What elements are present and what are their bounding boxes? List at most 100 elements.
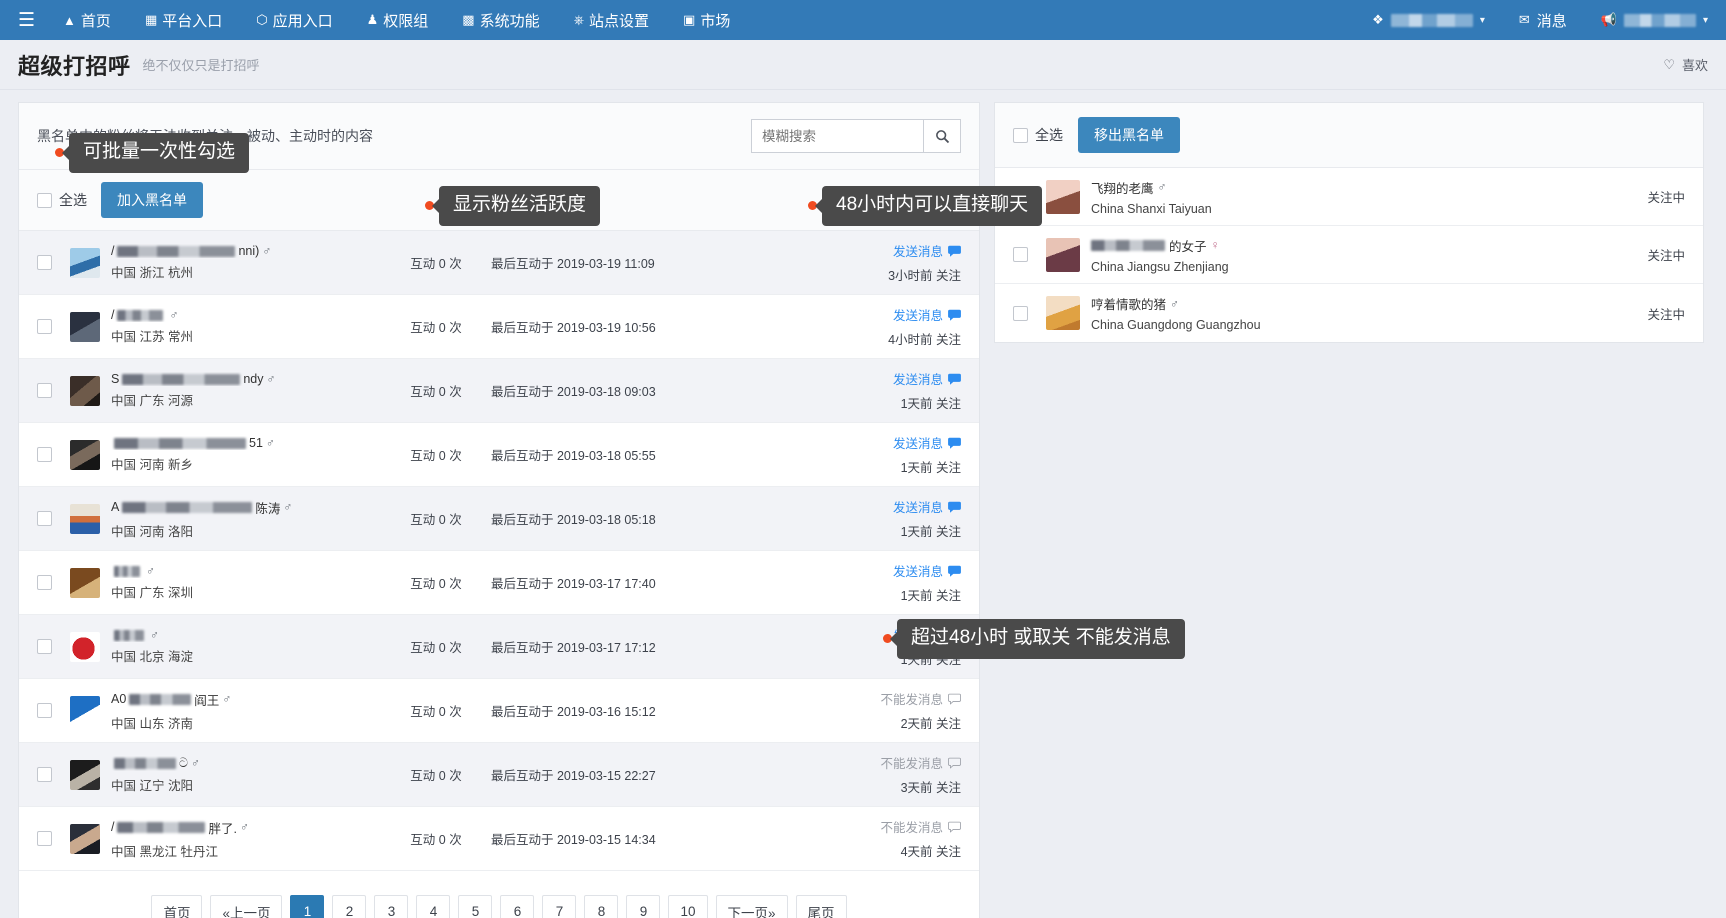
pagination-page-4[interactable]: 4	[416, 895, 451, 918]
nav-item-label: 平台入口	[162, 12, 223, 30]
list-item[interactable]: 哼着情歌的猪 ♂ China Guangdong Guangzhou 关注中	[995, 284, 1703, 342]
pagination-page-5[interactable]: 5	[458, 895, 493, 918]
nav-messages[interactable]: ✉ 消息	[1519, 10, 1567, 31]
row-checkbox[interactable]	[37, 639, 52, 654]
pagination-page-2[interactable]: 2	[332, 895, 367, 918]
like-button[interactable]: ♡ 喜欢	[1663, 55, 1708, 74]
blacklist-row-checkbox[interactable]	[1013, 305, 1028, 321]
table-row[interactable]: Sndy ♂ 中国 广东 河源 互动 0 次 最后互动于 2019-03-18 09:0…	[19, 359, 979, 423]
table-row[interactable]: / ♂ 中国 江苏 常州 互动 0 次最后互动于 2019-03-19 10:56 发送…	[19, 295, 979, 359]
pagination-prev[interactable]: «上一页	[210, 895, 283, 918]
pagination-page-7[interactable]: 7	[542, 895, 577, 918]
blacklist-name: 哼着情歌的猪 ♂	[1091, 294, 1647, 313]
table-row[interactable]: A 陈涛 ♂ 中国 河南 洛阳 互动 0 次 最后互动于 2019-03-18 05:18…	[19, 487, 979, 551]
search-button[interactable]	[923, 119, 961, 153]
list-item[interactable]: 飞翔的老鹰 ♂ China Shanxi Taiyuan 关注中	[995, 168, 1703, 226]
table-row[interactable]: ♂ 中国 广东 深圳 互动 0 次 最后互动于 2019-03-17 17:40 发送消…	[19, 551, 979, 615]
fan-location: 中国 辽宁 沈阳	[111, 778, 193, 793]
pagination-first[interactable]: 首页	[151, 895, 203, 918]
send-message-button[interactable]: 发送消息	[841, 369, 961, 388]
send-message-button[interactable]: 发送消息	[841, 625, 961, 644]
follow-time: 1天前 关注	[900, 397, 961, 411]
envelope-icon: ✉	[1518, 12, 1530, 27]
blacklist-list: 飞翔的老鹰 ♂ China Shanxi Taiyuan 关注中 的女子 ♀ China J…	[995, 168, 1703, 342]
row-checkbox[interactable]	[37, 447, 52, 462]
gender-icon: ♂	[266, 372, 276, 386]
nav-wechat-account[interactable]: ❖ ▾	[1372, 12, 1485, 28]
pagination-page-9[interactable]: 9	[626, 895, 661, 918]
table-row[interactable]: ♂ 中国 北京 海淀 互动 0 次 最后互动于 2019-03-17 17:12 发送消…	[19, 615, 979, 679]
blacklist-row-checkbox[interactable]	[1013, 189, 1028, 204]
chat-bubble-icon	[948, 501, 961, 513]
nav-user-account[interactable]: 📢 ▾	[1601, 12, 1708, 28]
gender-icon: ♂	[191, 756, 200, 770]
desktop-icon: ▩	[462, 12, 475, 27]
row-checkbox[interactable]	[37, 831, 52, 846]
avatar	[70, 311, 100, 342]
fan-location: 中国 黑龙江 牡丹江	[111, 844, 218, 859]
blacklist-select-all-checkbox[interactable]	[1013, 127, 1028, 143]
gender-icon: ♂	[239, 820, 249, 834]
send-message-button[interactable]: 发送消息	[841, 561, 961, 580]
fan-name-blurred	[114, 757, 176, 769]
row-checkbox[interactable]	[37, 575, 52, 590]
avatar	[70, 503, 100, 534]
pagination-page-8[interactable]: 8	[584, 895, 619, 918]
row-checkbox[interactable]	[37, 703, 52, 718]
pagination-page-3[interactable]: 3	[374, 895, 409, 918]
fan-name: ♂	[111, 628, 381, 642]
chat-bubble-icon	[948, 693, 961, 705]
nav-items: ▲ 首页 ▦ 平台入口 ⬡ 应用入口 ♟ 权限组 ▩ 系统功能 ⎈ 站点设置 ▣…	[63, 10, 730, 31]
pagination: 首页 «上一页 1 2 3 4 5 6 7 8 9 10 下一页» 尾页	[19, 871, 979, 918]
search-icon	[935, 129, 949, 143]
nav-item-permission-group[interactable]: ♟ 权限组	[367, 10, 429, 31]
table-row[interactable]: / 胖了. ♂ 中国 黑龙江 牡丹江 互动 0 次 最后互动于 2019-03-15 14…	[19, 807, 979, 871]
search-input[interactable]	[751, 119, 923, 153]
fan-name-blurred	[122, 501, 253, 513]
blacklist-panel: 全选 移出黑名单 飞翔的老鹰 ♂ China Shanxi Taiyuan 关注中 的女…	[994, 102, 1704, 918]
send-message-button[interactable]: 发送消息	[841, 433, 961, 452]
table-row[interactable]: A0 阎王 ♂ 中国 山东 济南 互动 0 次 最后互动于 2019-03-16 15:1…	[19, 679, 979, 743]
add-to-blacklist-button[interactable]: 加入黑名单	[101, 182, 203, 218]
pagination-last[interactable]: 尾页	[795, 895, 847, 918]
blacklist-row-checkbox[interactable]	[1013, 247, 1028, 262]
page-title: 超级打招呼	[18, 53, 131, 79]
fan-name-blurred	[129, 693, 192, 705]
row-checkbox[interactable]	[37, 255, 52, 270]
nav-item-app-entry[interactable]: ⬡ 应用入口	[256, 10, 332, 31]
row-checkbox[interactable]	[37, 511, 52, 526]
nav-item-platform-entry[interactable]: ▦ 平台入口	[145, 10, 222, 31]
fan-location: 中国 江苏 常州	[111, 330, 193, 344]
nav-item-site-settings[interactable]: ⎈ 站点设置	[574, 10, 649, 31]
avatar	[70, 247, 100, 278]
pagination-page-10[interactable]: 10	[668, 895, 708, 918]
pagination-page-6[interactable]: 6	[500, 895, 535, 918]
table-row[interactable]: ට ♂ 中国 辽宁 沈阳 互动 0 次 最后互动于 2019-03-15 22:27 不能…	[19, 743, 979, 807]
last-interaction-time: 最后互动于 2019-03-19 11:09	[491, 257, 655, 271]
nav-item-system-function[interactable]: ▩ 系统功能	[462, 10, 539, 31]
nav-item-market[interactable]: ▣ 市场	[683, 10, 730, 31]
pagination-page-1[interactable]: 1	[290, 895, 325, 918]
row-checkbox[interactable]	[37, 767, 52, 782]
send-message-button[interactable]: 发送消息	[841, 241, 961, 260]
row-checkbox[interactable]	[37, 383, 52, 398]
row-checkbox[interactable]	[37, 319, 52, 334]
table-row[interactable]: 51 ♂ 中国 河南 新乡 互动 0 次 最后互动于 2019-03-18 05:55 发…	[19, 423, 979, 487]
follow-time: 1天前 关注	[900, 653, 961, 667]
fan-name-head: /	[111, 820, 115, 834]
send-message-button[interactable]: 发送消息	[841, 305, 961, 324]
send-message-button[interactable]: 发送消息	[841, 497, 961, 516]
interaction-count: 互动 0 次	[410, 641, 462, 655]
nav-item-home[interactable]: ▲ 首页	[63, 10, 111, 31]
pagination-next[interactable]: 下一页»	[715, 895, 788, 918]
table-row[interactable]: / nni) ♂ 中国 浙江 杭州 互动 0 次 最后互动于 2019-03-19 11:…	[19, 231, 979, 295]
row-actions: 发送消息 3小时前 关注	[841, 241, 961, 284]
list-item[interactable]: 的女子 ♀ China Jiangsu Zhenjiang 关注中	[995, 226, 1703, 284]
search-group	[751, 119, 961, 153]
remove-from-blacklist-button[interactable]: 移出黑名单	[1078, 117, 1180, 153]
hamburger-icon[interactable]: ☰	[18, 11, 35, 30]
nav-item-label: 首页	[80, 12, 111, 30]
interaction-count: 互动 0 次	[410, 769, 462, 783]
blacklist-identity: 的女子 ♀ China Jiangsu Zhenjiang	[1091, 236, 1647, 274]
select-all-checkbox[interactable]	[37, 192, 52, 208]
